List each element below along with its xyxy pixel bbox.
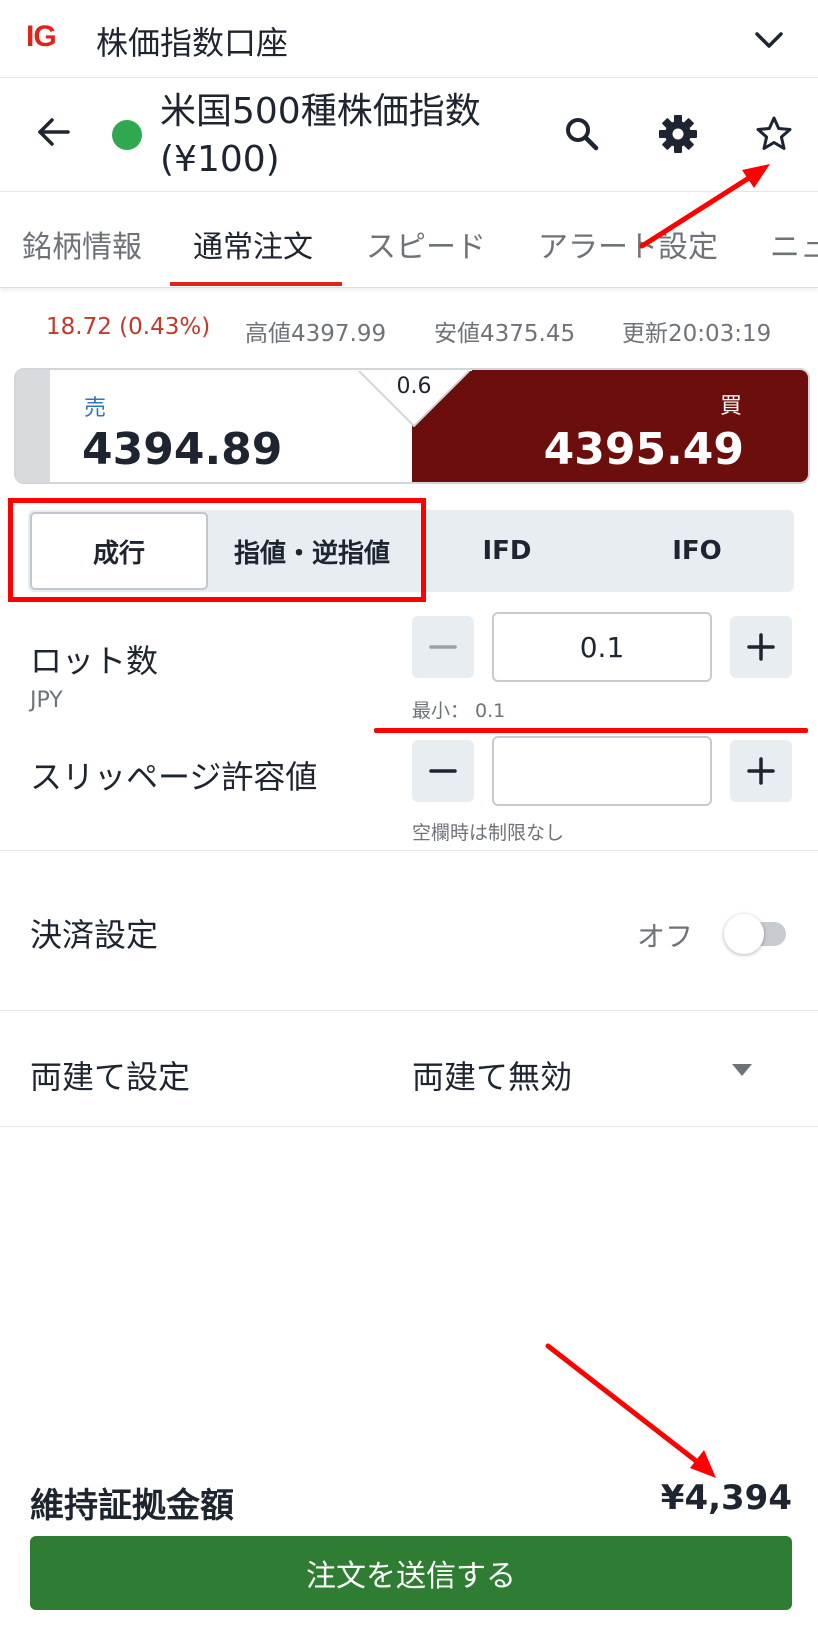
minus-icon — [429, 769, 457, 773]
divider — [0, 1126, 818, 1127]
account-bar: IG 株価指数口座 — [0, 0, 818, 78]
annotation-underline — [374, 728, 808, 733]
settings-button[interactable] — [656, 112, 700, 156]
lot-minimum-hint: 最小： 0.1 — [412, 700, 506, 722]
toggle-knob — [724, 914, 764, 954]
slippage-increment-button[interactable] — [730, 740, 792, 802]
tab-news[interactable]: ニュ — [770, 222, 818, 266]
tab-bar: 銘柄情報 通常注文 スピード アラート設定 ニュ — [0, 192, 818, 288]
minus-icon — [429, 645, 457, 649]
arrow-to-margin — [545, 1343, 716, 1478]
market-status-dot — [112, 120, 142, 150]
price-stats: 18.72 (0.43%) 高値4397.99 安値4375.45 更新20:0… — [0, 310, 818, 350]
plus-icon — [747, 633, 775, 661]
slippage-label: スリッページ許容値 — [30, 758, 318, 796]
lot-input[interactable] — [492, 612, 712, 682]
ig-logo: IG — [26, 20, 57, 53]
account-title[interactable]: 株価指数口座 — [96, 18, 288, 64]
favorite-button[interactable] — [752, 112, 796, 156]
submit-order-button[interactable]: 注文を送信する — [30, 1536, 792, 1610]
caret-down-icon[interactable] — [730, 1062, 754, 1078]
tab-alert-settings[interactable]: アラート設定 — [538, 222, 718, 266]
slippage-hint: 空欄時は制限なし — [412, 822, 565, 844]
slippage-decrement-button[interactable] — [412, 740, 474, 802]
tab-normal-order[interactable]: 通常注文 — [193, 222, 313, 266]
gear-icon — [659, 115, 697, 153]
settlement-label: 決済設定 — [30, 916, 159, 954]
star-icon — [756, 116, 792, 150]
lot-label: ロット数 — [30, 642, 159, 680]
sell-label: 売 — [84, 396, 107, 421]
update-time: 更新20:03:19 — [622, 321, 772, 347]
order-type-ifd[interactable]: IFD — [412, 510, 602, 592]
search-icon — [566, 118, 599, 151]
divider — [0, 1010, 818, 1011]
tab-instrument-info[interactable]: 銘柄情報 — [22, 222, 142, 266]
instrument-name: 米国500種株価指数 (¥100) — [160, 88, 540, 184]
instrument-name-line1: 米国500種株価指数 — [160, 91, 481, 132]
lot-unit: JPY — [30, 688, 63, 713]
back-arrow-icon[interactable] — [34, 112, 74, 152]
margin-value: ¥4,394 — [660, 1478, 792, 1518]
search-button[interactable] — [560, 112, 604, 156]
settlement-toggle[interactable] — [724, 914, 786, 954]
settlement-toggle-text: オフ — [637, 920, 694, 953]
buy-label: 買 — [719, 394, 742, 419]
buy-price: 4395.49 — [543, 424, 744, 475]
sell-price: 4394.89 — [82, 424, 283, 475]
tab-speed[interactable]: スピード — [366, 222, 486, 266]
slippage-input[interactable] — [492, 736, 712, 806]
price-change: 18.72 (0.43%) — [46, 314, 211, 340]
hedge-label: 両建て設定 — [30, 1058, 191, 1096]
lot-decrement-button[interactable] — [412, 616, 474, 678]
divider — [0, 850, 818, 851]
spread-value: 0.6 — [396, 374, 432, 399]
hedge-select[interactable]: 両建て無効 — [412, 1052, 572, 1098]
margin-label: 維持証拠金額 — [30, 1486, 234, 1526]
plus-icon — [747, 757, 775, 785]
annotation-highlight-box — [8, 498, 426, 602]
low-price: 安値4375.45 — [434, 321, 576, 347]
instrument-name-line2: (¥100) — [160, 139, 280, 180]
lot-increment-button[interactable] — [730, 616, 792, 678]
price-panel: 売 4394.89 買 4395.49 0.6 — [14, 368, 810, 484]
instrument-header: 米国500種株価指数 (¥100) — [0, 78, 818, 192]
order-type-ifo[interactable]: IFO — [602, 510, 792, 592]
chevron-down-icon[interactable] — [752, 26, 786, 54]
high-price: 高値4397.99 — [245, 321, 387, 347]
active-tab-indicator — [170, 282, 342, 286]
sell-strip — [16, 370, 50, 482]
